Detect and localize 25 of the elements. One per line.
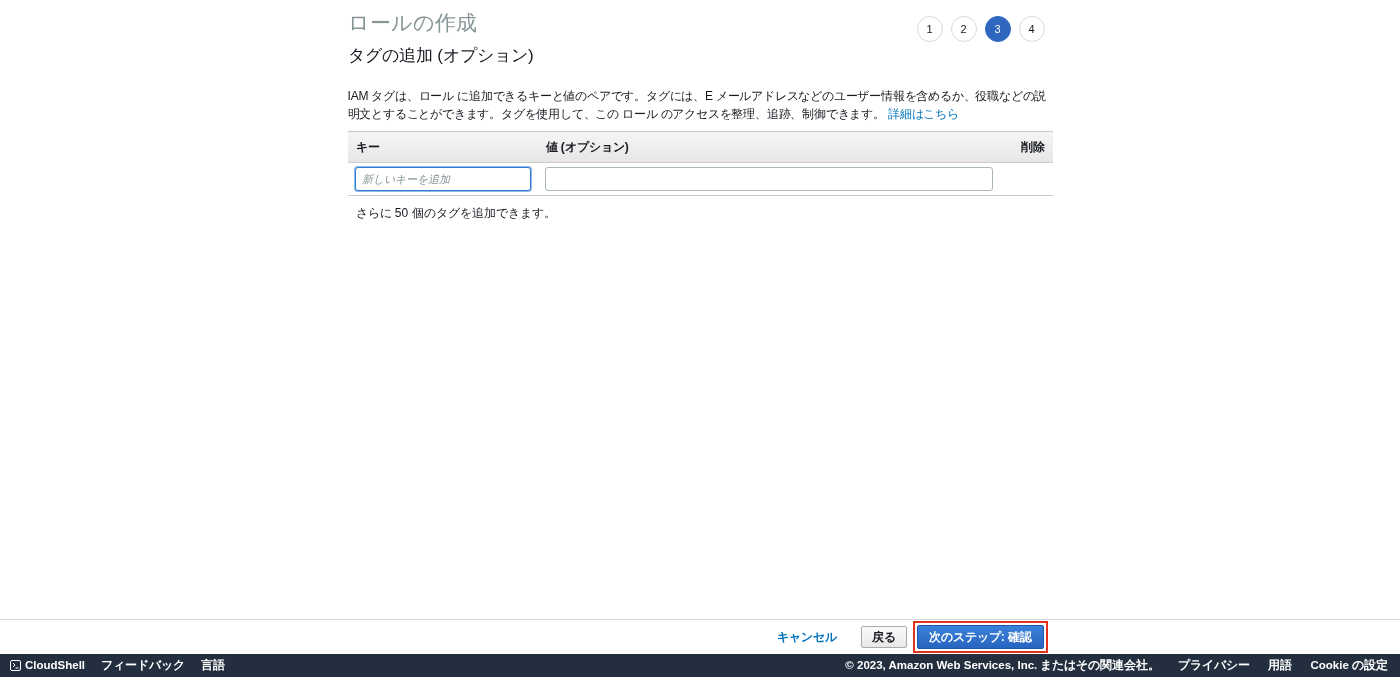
column-header: キー	[347, 131, 538, 163]
cloudshell-link[interactable]: CloudShell	[25, 656, 86, 675]
description-text: IAM タグは、ロール に追加できるキーと値のペアです。タグには、E メールアドレスなどのユーザー情報を含めるか、役職などの説明文とすることができます。タグを使用して、この ロール のアクセスを整理、追跡、制御できます。 詳細はこちら	[347, 88, 1048, 123]
page-title: ロールの作成	[347, 10, 477, 36]
back-button[interactable]: 戻る	[860, 626, 907, 648]
step-indicator: 4	[1018, 16, 1045, 42]
column-header: 値 (オプション)	[537, 131, 1012, 163]
footer-link[interactable]: 言語	[201, 656, 226, 675]
footer-link[interactable]: Cookie の設定	[1310, 656, 1388, 675]
footer-link[interactable]: フィードバック	[101, 656, 186, 675]
cancel-link[interactable]: キャンセル	[766, 627, 847, 647]
step-indicator: 1	[916, 16, 943, 42]
next-step-button[interactable]: 次のステップ: 確認	[916, 625, 1044, 649]
value-input-field[interactable]	[544, 167, 993, 192]
copyright-text: © 2023, Amazon Web Services, Inc. またはその関連会社。	[845, 657, 1161, 674]
section-title: タグの追加 (オプション)	[347, 46, 535, 67]
learn-more-link[interactable]: 詳細はこちら	[887, 106, 959, 121]
terminal-icon	[10, 660, 21, 671]
step-indicator: 2	[950, 16, 977, 42]
footer-link[interactable]: 用語	[1268, 656, 1293, 675]
footer-link[interactable]: プライバシー	[1178, 656, 1251, 675]
remaining-tags-note: さらに 50 個のタグを追加できます。	[354, 205, 557, 223]
column-header: 削除	[1011, 131, 1053, 163]
key-input-field[interactable]: 新しいキーを追加	[354, 167, 531, 192]
step-indicator: 3	[984, 16, 1011, 42]
